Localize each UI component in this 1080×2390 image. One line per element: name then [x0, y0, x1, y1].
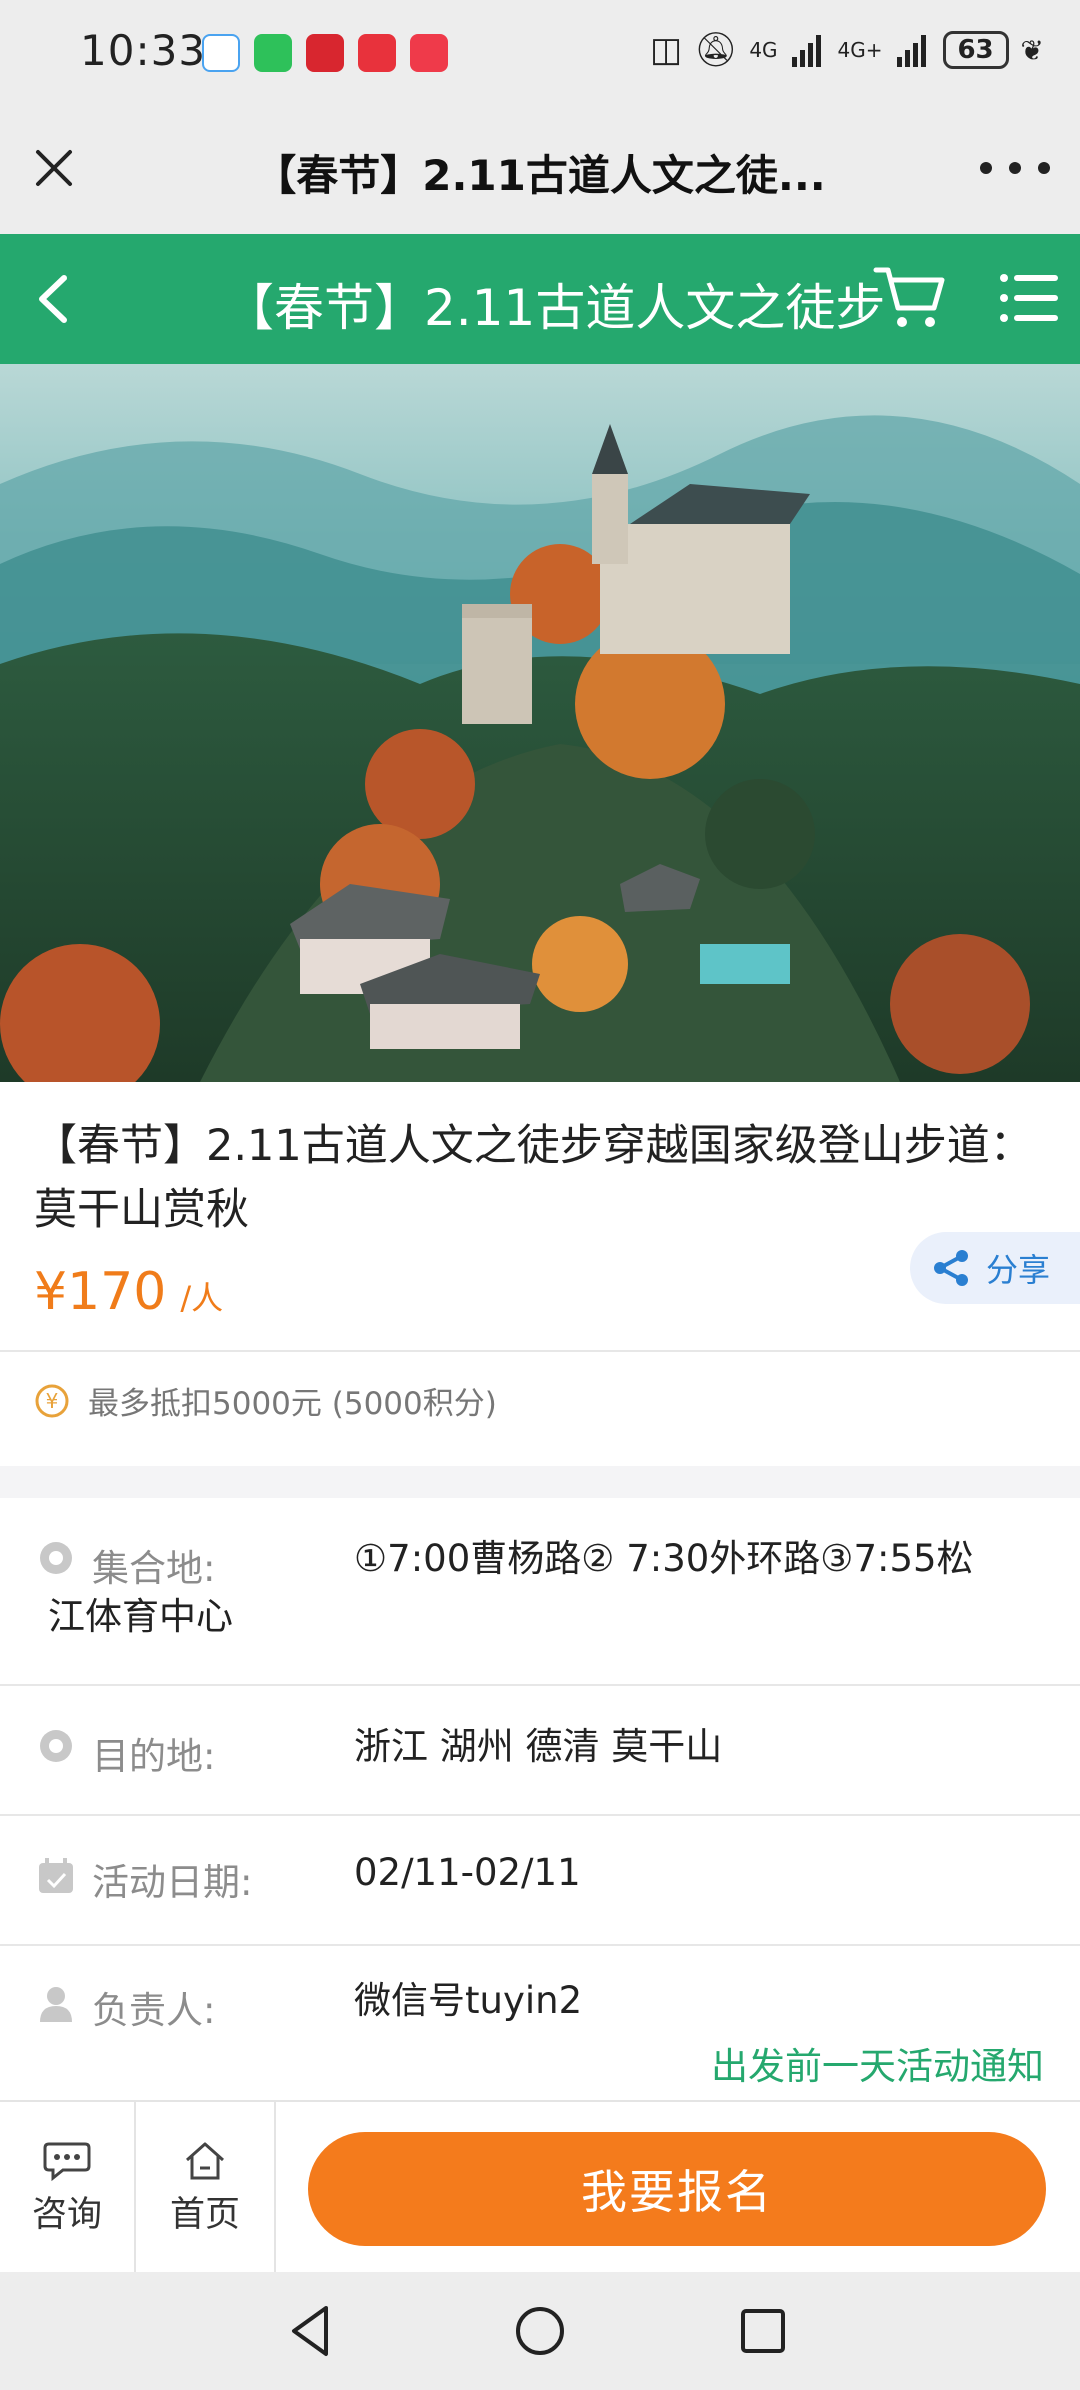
home-icon: [186, 2142, 224, 2179]
signal-label-2: 4G+: [837, 38, 883, 62]
price-unit: /人: [180, 1279, 224, 1317]
status-time: 10:33: [80, 26, 207, 75]
signal-label-1: 4G: [749, 38, 778, 62]
home-label: 首页: [169, 2194, 240, 2235]
share-icon: [934, 1250, 968, 1286]
mute-icon: 🔕︎: [694, 30, 738, 70]
section-gap: [0, 1466, 1080, 1498]
destination-value: 浙江 湖州 德清 莫干山: [354, 1725, 723, 1768]
signal-icon: [791, 35, 821, 67]
app2-notification-icon: [410, 34, 448, 72]
qq-notification-icon: [202, 34, 240, 72]
status-bar: 10:33 ◫ 🔕︎ 4G 4G+ 63 ❦: [0, 0, 1080, 108]
menu-icon[interactable]: [998, 268, 1060, 328]
tab-separator: [274, 2102, 276, 2274]
cart-icon[interactable]: [872, 262, 948, 334]
location-pin-icon: [40, 1542, 72, 1574]
webview-header: 【春节】2.11古道人文之徒...: [0, 108, 1080, 234]
notice-link[interactable]: 出发前一天活动通知: [711, 2036, 1044, 2090]
price: ¥170: [34, 1262, 167, 1322]
signal-icon-2: [896, 35, 926, 67]
date-label: 活动日期:: [92, 1861, 253, 1904]
home-button[interactable]: 首页: [136, 2102, 274, 2274]
consult-label: 咨询: [31, 2194, 102, 2235]
divider: [0, 1944, 1080, 1946]
product-title: 【春节】2.11古道人文之徒步穿越国家级登山步道：莫干山赏秋: [34, 1121, 1033, 1235]
app-bar: 【春节】2.11古道人文之徒步: [0, 234, 1080, 364]
system-icons: ◫ 🔕︎ 4G 4G+ 63 ❦: [650, 30, 1044, 70]
leaf-icon: ❦: [1020, 33, 1044, 67]
app-notification-icon: [306, 34, 344, 72]
coin-icon: ¥: [35, 1384, 69, 1417]
leader-label: 负责人:: [92, 1989, 216, 2032]
share-button[interactable]: 分享: [910, 1232, 1080, 1304]
divider: [0, 1684, 1080, 1686]
system-navigation-bar: [0, 2272, 1080, 2390]
leader-value: 微信号tuyin2: [354, 1979, 583, 2022]
svg-text:¥: ¥: [46, 1389, 59, 1413]
signup-label: 我要报名: [581, 2165, 773, 2219]
chat-icon: [43, 2142, 91, 2181]
close-icon[interactable]: [24, 138, 84, 198]
webview-title: 【春节】2.11古道人文之徒...: [254, 151, 826, 200]
hero-image[interactable]: [0, 364, 1080, 1082]
person-icon: [40, 1987, 72, 2022]
meeting-label: 集合地:: [92, 1547, 216, 1590]
nav-home-icon[interactable]: [507, 2298, 573, 2364]
meeting-value-line1: ①7:00曹杨路② 7:30外环路③7:55松: [354, 1537, 974, 1580]
more-icon[interactable]: [980, 138, 1050, 198]
battery-indicator: 63: [942, 31, 1009, 69]
nfc-icon: ◫: [650, 30, 683, 70]
location-pin-icon: [40, 1730, 72, 1762]
wechat-notification-icon: [254, 34, 292, 72]
date-value: 02/11-02/11: [354, 1851, 581, 1894]
divider: [0, 1350, 1080, 1352]
bottom-action-bar: 咨询 首页 我要报名: [0, 2100, 1080, 2274]
points-row: ¥ 最多抵扣5000元 (5000积分): [34, 1378, 497, 1423]
meeting-value-line2: 江体育中心: [48, 1595, 233, 1638]
mountain-castle-illustration: [0, 364, 1080, 1082]
destination-label: 目的地:: [92, 1735, 216, 1778]
divider: [0, 1814, 1080, 1816]
price-row: ¥170 /人: [34, 1262, 223, 1322]
nav-recents-icon[interactable]: [730, 2298, 796, 2364]
app-title: 【春节】2.11古道人文之徒步: [224, 279, 886, 337]
share-label: 分享: [986, 1251, 1051, 1289]
notification-icons: [202, 34, 448, 72]
points-note: 最多抵扣5000元 (5000积分): [88, 1386, 497, 1422]
calendar-icon: [39, 1858, 73, 1893]
nav-back-icon[interactable]: [280, 2298, 346, 2364]
consult-button[interactable]: 咨询: [0, 2102, 134, 2274]
back-icon[interactable]: [22, 266, 88, 332]
huawei-notification-icon: [358, 34, 396, 72]
signup-button[interactable]: 我要报名: [308, 2132, 1046, 2246]
